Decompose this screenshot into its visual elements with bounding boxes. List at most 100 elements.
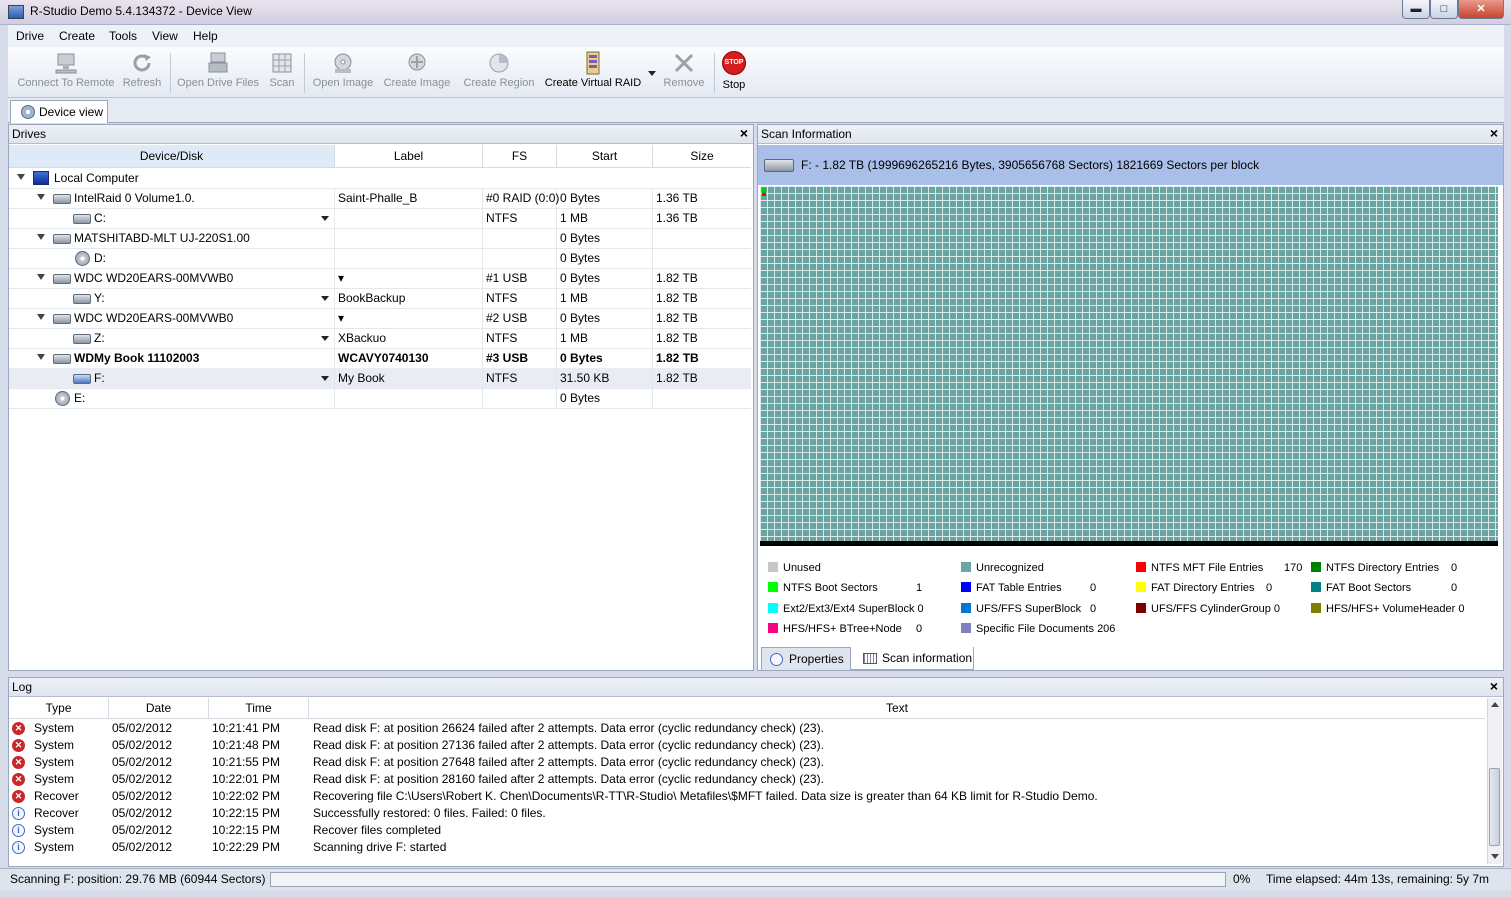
open-drive-files-button[interactable]: Open Drive Files (176, 51, 260, 95)
column-header-type[interactable]: Type (9, 698, 109, 718)
table-row[interactable]: C: NTFS 1 MB 1.36 TB (9, 208, 751, 229)
minimize-button[interactable]: ▬ (1402, 0, 1430, 19)
create-region-button[interactable]: Create Region (460, 51, 538, 95)
drives-close-icon[interactable]: × (740, 125, 748, 141)
device-name: F: (94, 371, 105, 385)
error-icon: ✕ (12, 722, 25, 735)
legend-item: FAT Table Entries 0 (961, 580, 1101, 596)
start-cell: 0 Bytes (560, 191, 601, 205)
legend-item: HFS/HFS+ BTree+Node 0 (768, 621, 928, 637)
hard-disk-icon (53, 194, 71, 204)
scan-progress-bar (270, 872, 1226, 887)
log-row[interactable]: ✕ System 05/02/2012 10:22:01 PM Read disk F:… (9, 771, 1485, 788)
table-row[interactable]: MATSHITABD-MLT UJ-220S1.00 0 Bytes (9, 228, 751, 249)
table-row[interactable]: WDMy Book 11102003 WCAVY0740130 #3 USB 0… (9, 348, 751, 369)
log-row[interactable]: i Recover 05/02/2012 10:22:15 PM Successfull… (9, 805, 1485, 822)
create-virtual-raid-button[interactable]: Create Virtual RAID (542, 51, 644, 95)
start-cell: 0 Bytes (560, 231, 601, 245)
scroll-down-icon[interactable] (1491, 854, 1499, 859)
collapse-arrow-icon[interactable] (37, 314, 45, 320)
open-image-label: Open Image (312, 77, 374, 89)
error-icon: ✕ (12, 773, 25, 786)
fs-cell: #2 USB (486, 311, 528, 325)
device-view-icon (21, 105, 35, 119)
toolbar-separator (170, 53, 171, 93)
create-image-button[interactable]: Create Image (380, 51, 454, 95)
toolbar-separator (304, 53, 305, 93)
menu-create[interactable]: Create (59, 29, 95, 43)
legend-swatch (768, 582, 778, 592)
label-cell: XBackuo (338, 331, 387, 345)
legend-item: Specific File Documents 206 (961, 621, 1115, 637)
table-row[interactable]: E: 0 Bytes (9, 388, 751, 409)
drives-panel-title: Drives (12, 127, 47, 141)
column-header-size[interactable]: Size (653, 145, 751, 167)
stop-label: Stop (722, 79, 746, 91)
table-row[interactable]: WDC WD20EARS-00MVWB0 ▾ #1 USB 0 Bytes 1.… (9, 268, 751, 289)
stop-button[interactable]: STOP Stop (720, 51, 748, 95)
tab-scan-information[interactable]: Scan information (850, 647, 974, 670)
column-header-label[interactable]: Label (335, 145, 483, 167)
column-header-start[interactable]: Start (557, 145, 653, 167)
log-row[interactable]: ✕ Recover 05/02/2012 10:22:02 PM Recovering … (9, 788, 1485, 805)
remove-icon (674, 53, 694, 73)
column-header-text[interactable]: Text (309, 698, 1485, 718)
label-cell: WCAVY0740130 (338, 351, 429, 365)
close-window-button[interactable]: ✕ (1458, 0, 1504, 19)
legend-item: FAT Boot Sectors 0 (1311, 580, 1491, 596)
menu-drive[interactable]: Drive (16, 29, 44, 43)
connect-to-remote-button[interactable]: Connect To Remote (14, 51, 118, 95)
table-row[interactable]: D: 0 Bytes (9, 248, 751, 269)
menu-tools[interactable]: Tools (109, 29, 137, 43)
collapse-arrow-icon[interactable] (37, 354, 45, 360)
table-row[interactable]: Z: XBackuo NTFS 1 MB 1.82 TB (9, 328, 751, 349)
log-row[interactable]: ✕ System 05/02/2012 10:21:55 PM Read disk F:… (9, 754, 1485, 771)
hard-disk-icon (53, 314, 71, 324)
column-header-device[interactable]: Device/Disk (9, 145, 335, 167)
dropdown-arrow-icon[interactable] (321, 296, 329, 301)
hard-disk-icon (53, 354, 71, 364)
menu-help[interactable]: Help (193, 29, 218, 43)
column-header-fs[interactable]: FS (483, 145, 557, 167)
dropdown-arrow-icon[interactable] (321, 376, 329, 381)
fs-cell: #0 RAID (0:0) (486, 191, 560, 205)
collapse-arrow-icon[interactable] (37, 234, 45, 240)
virtual-raid-dropdown-arrow[interactable] (648, 71, 656, 76)
refresh-icon (133, 54, 151, 72)
start-cell: 0 Bytes (560, 311, 601, 325)
scroll-thumb[interactable] (1489, 768, 1500, 846)
table-row[interactable]: IntelRaid 0 Volume1.0. Saint-Phalle_B #0… (9, 188, 751, 209)
log-scrollbar[interactable] (1487, 698, 1502, 864)
column-header-date[interactable]: Date (109, 698, 209, 718)
log-row[interactable]: ✕ System 05/02/2012 10:21:48 PM Read disk F:… (9, 737, 1485, 754)
menu-view[interactable]: View (152, 29, 178, 43)
table-row[interactable]: Y: BookBackup NTFS 1 MB 1.82 TB (9, 288, 751, 309)
tab-properties[interactable]: Properties (761, 647, 851, 671)
scan-button[interactable]: Scan (266, 51, 298, 95)
log-row[interactable]: i System 05/02/2012 10:22:15 PM Recover file… (9, 822, 1485, 839)
dropdown-arrow-icon[interactable] (321, 216, 329, 221)
scan-close-icon[interactable]: × (1490, 125, 1498, 141)
remove-button[interactable]: Remove (660, 51, 708, 95)
collapse-arrow-icon[interactable] (17, 174, 25, 180)
drives-panel-header: Drives × (9, 125, 753, 144)
open-image-button[interactable]: Open Image (310, 51, 376, 95)
dropdown-arrow-icon[interactable] (321, 336, 329, 341)
hard-disk-icon (53, 274, 71, 284)
collapse-arrow-icon[interactable] (37, 274, 45, 280)
log-row[interactable]: i System 05/02/2012 10:22:29 PM Scanning dri… (9, 839, 1485, 856)
maximize-button[interactable]: □ (1430, 0, 1458, 19)
scroll-up-icon[interactable] (1491, 702, 1499, 707)
log-close-icon[interactable]: × (1490, 678, 1498, 694)
table-row[interactable]: Local Computer (9, 168, 751, 189)
legend-swatch (1311, 603, 1321, 613)
tab-device-view[interactable]: Device view (10, 100, 108, 123)
table-row-selected[interactable]: F: My Book NTFS 31.50 KB 1.82 TB (9, 368, 751, 389)
collapse-arrow-icon[interactable] (37, 194, 45, 200)
refresh-button[interactable]: Refresh (120, 51, 164, 95)
menu-bar: Drive Create Tools View Help (8, 25, 1504, 48)
device-name: IntelRaid 0 Volume1.0. (74, 191, 195, 205)
column-header-time[interactable]: Time (209, 698, 309, 718)
table-row[interactable]: WDC WD20EARS-00MVWB0 ▾ #2 USB 0 Bytes 1.… (9, 308, 751, 329)
log-row[interactable]: ✕ System 05/02/2012 10:21:41 PM Read disk F:… (9, 720, 1485, 737)
